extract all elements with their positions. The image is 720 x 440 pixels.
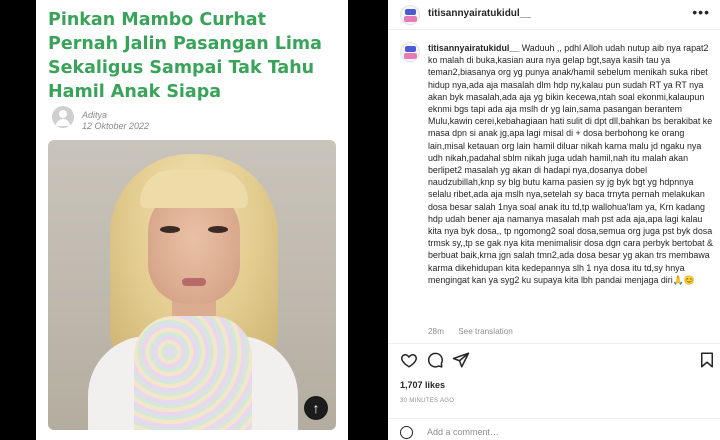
more-options-icon[interactable]: ••• xyxy=(692,4,710,20)
comment-username[interactable]: titisannyairatukidul__ xyxy=(428,43,519,53)
heart-icon[interactable] xyxy=(400,351,418,369)
divider xyxy=(388,418,720,419)
comment-time: 28m xyxy=(428,327,444,336)
smiley-icon[interactable] xyxy=(400,426,413,439)
article-screenshot: Pinkan Mambo Curhat Pernah Jalin Pasanga… xyxy=(36,0,348,440)
divider xyxy=(388,343,720,344)
post-username[interactable]: titisannyairatukidul__ xyxy=(428,8,531,19)
article-date: 12 Oktober 2022 xyxy=(82,121,150,131)
instagram-post-window: Pinkan Mambo Curhat Pernah Jalin Pasanga… xyxy=(0,0,720,440)
paper-plane-icon[interactable] xyxy=(452,351,470,369)
article-photo: ↑ xyxy=(48,140,336,430)
comment-icon[interactable] xyxy=(426,351,444,369)
photo-sequin-collar xyxy=(134,316,252,430)
likes-count[interactable]: 1,707 likes xyxy=(400,380,445,390)
post-time-ago: 30 MINUTES AGO xyxy=(400,398,455,404)
post-header: titisannyairatukidul__ ••• xyxy=(388,0,720,30)
post-media[interactable]: Pinkan Mambo Curhat Pernah Jalin Pasanga… xyxy=(0,0,388,440)
arrow-up-circle-icon[interactable]: ↑ xyxy=(304,396,328,420)
comment-avatar[interactable] xyxy=(400,42,420,62)
user-avatar[interactable] xyxy=(400,5,420,25)
article-title: Pinkan Mambo Curhat Pernah Jalin Pasanga… xyxy=(48,10,322,102)
caption-comment: titisannyairatukidul__ Waduuh ,, pdhl Al… xyxy=(388,36,720,340)
post-side-panel: titisannyairatukidul__ ••• titisannyaira… xyxy=(388,0,720,440)
bookmark-icon[interactable] xyxy=(698,351,716,369)
photo-fringe xyxy=(140,170,248,208)
photo-eye-left xyxy=(160,226,180,233)
article-author: Aditya xyxy=(82,110,108,120)
author-avatar-icon xyxy=(52,106,74,128)
photo-lips xyxy=(182,278,206,286)
photo-eye-right xyxy=(208,226,228,233)
comment-text: Waduuh ,, pdhl Alloh udah nutup aib nya … xyxy=(428,43,713,285)
comment-body: titisannyairatukidul__ Waduuh ,, pdhl Al… xyxy=(428,42,714,286)
see-translation-link[interactable]: See translation xyxy=(458,327,513,336)
comment-meta: 28m See translation xyxy=(428,327,525,336)
add-comment-bar: Add a comment… xyxy=(400,426,700,440)
add-comment-input[interactable]: Add a comment… xyxy=(427,427,499,437)
